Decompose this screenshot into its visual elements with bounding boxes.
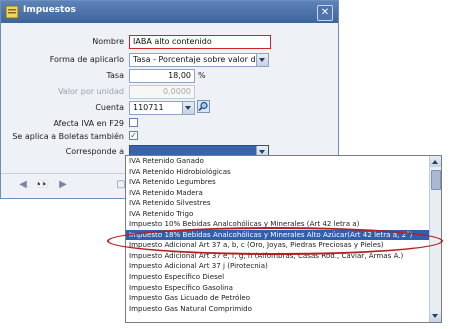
- tasa-label: Tasa: [106, 71, 124, 80]
- dropdown-option[interactable]: IVA Retenido Ganado: [126, 156, 441, 167]
- option-list: IVA Retenido Ganado IVA Retenido Hidrobio…: [126, 156, 441, 314]
- valor-input: 0,0000: [129, 85, 195, 99]
- dropdown-option[interactable]: Impuesto Específico Gasolina: [126, 283, 441, 294]
- cuenta-select[interactable]: 110711: [129, 101, 195, 115]
- boletas-checkbox[interactable]: ✓: [129, 131, 138, 140]
- corresponde-dropdown-list[interactable]: IVA Retenido Ganado IVA Retenido Hidrobio…: [125, 155, 442, 323]
- dropdown-option[interactable]: IVA Retenido Legumbres: [126, 177, 441, 188]
- chevron-down-icon[interactable]: [182, 102, 194, 114]
- dropdown-option[interactable]: Impuesto Adicional Art 37 e, f, g, h (Al…: [126, 251, 441, 262]
- binoculars-icon[interactable]: 👀: [35, 177, 51, 193]
- forma-select[interactable]: Tasa - Porcentaje sobre valor del pr: [129, 53, 269, 67]
- corresponde-label: Corresponde a: [65, 147, 124, 156]
- window-title: Impuestos: [23, 5, 76, 15]
- cuenta-value: 110711: [133, 103, 164, 112]
- cuenta-label: Cuenta: [95, 103, 124, 112]
- dropdown-option[interactable]: Impuesto Específico Diesel: [126, 272, 441, 283]
- boletas-label: Se aplica a Boletas también: [12, 132, 124, 141]
- next-record-icon[interactable]: ▶: [55, 177, 71, 193]
- dropdown-option[interactable]: IVA Retenido Trigo: [126, 209, 441, 220]
- dropdown-option[interactable]: Impuesto Adicional Art 37 j (Pirotecnia): [126, 261, 441, 272]
- scroll-down-icon[interactable]: [430, 311, 441, 322]
- afecta-iva-checkbox[interactable]: [129, 118, 138, 127]
- valor-label: Valor por unidad: [58, 87, 124, 96]
- dropdown-option[interactable]: Impuesto Adicional Art 37 a, b, c (Oro, …: [126, 240, 441, 251]
- dropdown-option[interactable]: Impuesto Gas Natural Comprimido: [126, 304, 441, 315]
- tasa-unit: %: [198, 71, 206, 80]
- dropdown-option[interactable]: Impuesto Gas Licuado de Petróleo: [126, 293, 441, 304]
- tasa-input[interactable]: 18,00: [129, 69, 195, 83]
- dropdown-option[interactable]: Impuesto 18% Bebidas Analcohólicas y Min…: [126, 229, 441, 241]
- scroll-thumb[interactable]: [431, 170, 441, 190]
- scroll-up-icon[interactable]: [430, 156, 441, 167]
- search-icon[interactable]: [197, 100, 210, 113]
- previous-record-icon[interactable]: ◀: [15, 177, 31, 193]
- window-icon: [5, 5, 19, 19]
- dropdown-option[interactable]: Impuesto 10% Bebidas Analcohólicas y Min…: [126, 219, 441, 230]
- dropdown-option[interactable]: IVA Retenido Madera: [126, 188, 441, 199]
- close-button[interactable]: ✕: [317, 5, 333, 21]
- nombre-input[interactable]: IABA alto contenido: [129, 35, 271, 49]
- forma-label: Forma de aplicarlo: [49, 55, 124, 64]
- chevron-down-icon[interactable]: [256, 54, 268, 66]
- forma-value: Tasa - Porcentaje sobre valor del pr: [133, 55, 269, 64]
- dropdown-option[interactable]: IVA Retenido Hidrobiológicas: [126, 167, 441, 178]
- title-bar[interactable]: Impuestos ✕: [1, 1, 338, 23]
- scrollbar[interactable]: [429, 156, 441, 322]
- nombre-label: Nombre: [92, 37, 124, 46]
- dropdown-option[interactable]: IVA Retenido Silvestres: [126, 198, 441, 209]
- afecta-iva-label: Afecta IVA en F29: [53, 119, 124, 128]
